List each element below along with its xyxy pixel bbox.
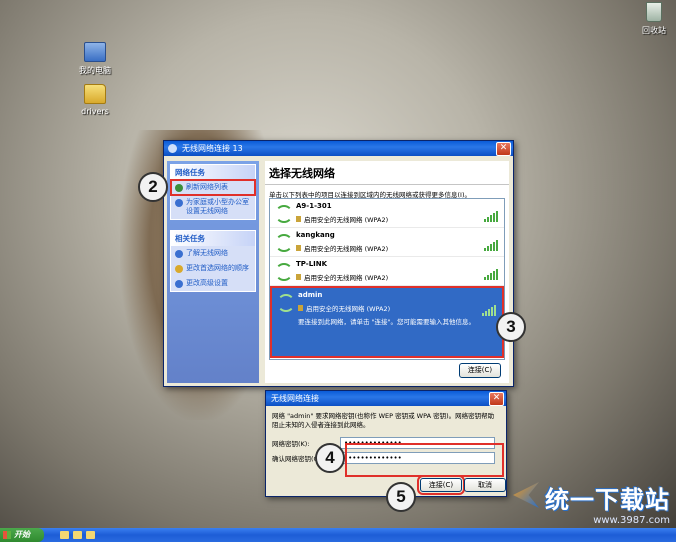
lock-icon [296,245,301,251]
recycle-bin-graphic-icon [646,2,662,22]
close-icon[interactable]: ✕ [496,142,511,156]
network-item[interactable]: TP-LINK 启用安全的无线网络 (WPA2) [270,257,504,286]
wireless-antenna-icon [277,294,295,312]
password-highlight [345,443,504,477]
signal-strength-icon [482,305,496,316]
setup-icon [175,199,183,207]
desktop-icon-label: 我的电脑 [79,66,111,75]
window-title: 无线网络连接 13 [182,144,243,153]
network-item[interactable]: kangkang 启用安全的无线网络 (WPA2) [270,228,504,257]
setup-label: 为家庭或小型办公室设置无线网络 [186,198,249,215]
wireless-antenna-icon [275,205,293,223]
network-content-pane: 选择无线网络 单击以下列表中的项目以连接到区域内的无线网络或获得更多信息(I)。… [265,161,509,383]
related-task-label: 更改高级设置 [186,279,228,287]
network-tasks-header: 网络任务 [171,165,255,180]
network-icon [168,144,177,153]
connect-hint: 要连接到此网络，请单击 "连接"。您可能需要输入其他信息。 [298,318,476,326]
settings-icon [175,280,183,288]
dialog-connect-button[interactable]: 连接(C) [417,475,465,495]
network-name: TP-LINK [296,260,328,268]
lock-icon [296,274,301,280]
related-tasks-panel: 相关任务 了解无线网络 更改首选网络的顺序 更改高级设置 [170,230,256,292]
network-tasks-panel: 网络任务 刷新网络列表 为家庭或小型办公室设置无线网络 [170,164,256,220]
task-sidebar: 网络任务 刷新网络列表 为家庭或小型办公室设置无线网络 相关任务 了解无线网络 … [167,161,259,383]
windows-logo-icon [3,531,11,539]
wireless-network-window: 无线网络连接 13 ✕ 网络任务 刷新网络列表 为家庭或小型办公室设置无线网络 … [163,140,514,387]
network-security: 启用安全的无线网络 (WPA2) [304,216,389,224]
page-title: 选择无线网络 [265,161,509,185]
desktop-icon-label: drivers [81,107,109,116]
related-task-label: 了解无线网络 [186,249,228,257]
step-marker: 3 [496,312,526,342]
my-computer-icon[interactable]: 我的电脑 [65,42,125,76]
related-task-label: 更改首选网络的顺序 [186,264,249,272]
network-security: 启用安全的无线网络 (WPA2) [306,305,391,313]
related-task-learn[interactable]: 了解无线网络 [171,246,255,261]
signal-strength-icon [484,240,498,251]
dialog-titlebar[interactable]: 无线网络连接 ✕ [266,391,506,406]
wireless-antenna-icon [275,263,293,281]
computer-icon [84,42,106,62]
taskbar: 开始 [0,528,676,542]
lock-icon [296,216,301,222]
step-marker: 2 [138,172,168,202]
related-tasks-header: 相关任务 [171,231,255,246]
close-icon[interactable]: ✕ [489,392,504,406]
info-icon [175,250,183,258]
quick-launch-icon [73,531,82,539]
dialog-title: 无线网络连接 [271,394,319,403]
refresh-icon [175,184,183,192]
watermark-url: www.3987.com [593,515,670,526]
network-security: 启用安全的无线网络 (WPA2) [304,274,389,282]
signal-strength-icon [484,269,498,280]
refresh-network-list-link[interactable]: 刷新网络列表 [170,179,256,196]
drivers-folder-icon[interactable]: drivers [65,84,125,116]
folder-icon [84,84,106,104]
connect-button[interactable]: 连接(C) [459,363,501,378]
desktop-icon-label: 回收站 [642,26,666,35]
network-name: admin [298,291,323,299]
download-site-logo-icon [513,482,539,508]
related-task-order[interactable]: 更改首选网络的顺序 [171,261,255,276]
start-button[interactable]: 开始 [0,528,44,542]
watermark-brand: 统一下载站 [545,487,670,514]
signal-strength-icon [484,211,498,222]
network-security: 启用安全的无线网络 (WPA2) [304,245,389,253]
star-icon [175,265,183,273]
network-name: kangkang [296,231,335,239]
quick-launch-icon [86,531,95,539]
refresh-label: 刷新网络列表 [186,183,228,191]
wireless-antenna-icon [275,234,293,252]
start-label: 开始 [14,530,30,539]
recycle-bin-icon[interactable]: 回收站 [624,2,676,36]
dialog-cancel-button[interactable]: 取消 [464,478,506,492]
network-item-selected[interactable]: admin 启用安全的无线网络 (WPA2) 要连接到此网络，请单击 "连接"。… [270,286,504,358]
dialog-message: 网络 "admin" 要求网络密钥(也称作 WEP 密钥或 WPA 密钥)。网络… [272,412,495,429]
window-titlebar[interactable]: 无线网络连接 13 ✕ [164,141,513,156]
step-marker: 4 [315,443,345,473]
watermark: 统一下载站 www.3987.com [513,480,670,526]
quick-launch-icon [60,531,69,539]
setup-wireless-link[interactable]: 为家庭或小型办公室设置无线网络 [171,195,255,219]
network-name: A9-1-301 [296,202,332,210]
related-task-advanced[interactable]: 更改高级设置 [171,276,255,291]
step-marker: 5 [386,482,416,512]
network-item[interactable]: A9-1-301 启用安全的无线网络 (WPA2) [270,199,504,228]
network-list: A9-1-301 启用安全的无线网络 (WPA2) kangkang 启用安全的… [269,198,505,360]
quick-launch-icons[interactable] [60,531,95,539]
lock-icon [298,305,303,311]
